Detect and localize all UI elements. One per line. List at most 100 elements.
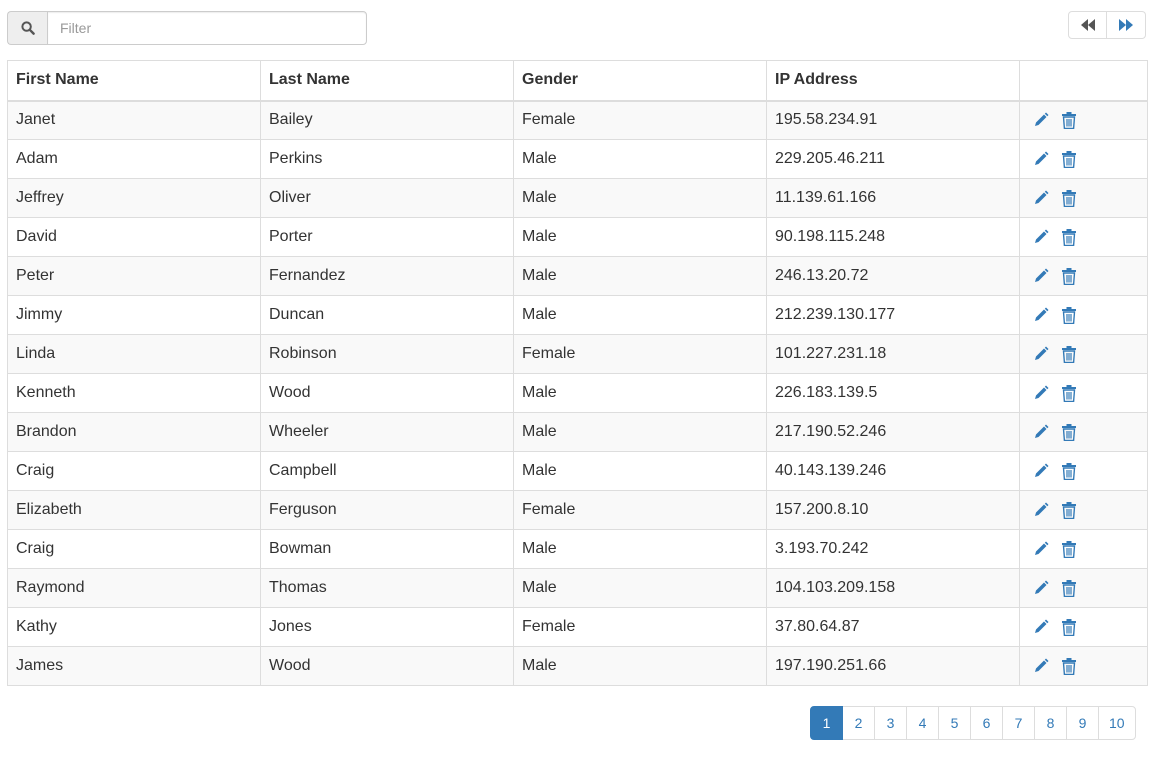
trash-icon[interactable] bbox=[1060, 384, 1078, 402]
edit-icon[interactable] bbox=[1032, 189, 1050, 207]
cell-first-name: Brandon bbox=[7, 412, 261, 452]
forward-button[interactable] bbox=[1107, 11, 1146, 39]
edit-icon[interactable] bbox=[1032, 267, 1050, 285]
column-header-ip-address[interactable]: IP Address bbox=[766, 60, 1020, 102]
cell-ip-address: 229.205.46.211 bbox=[766, 139, 1020, 179]
cell-gender: Female bbox=[513, 100, 767, 140]
table-row[interactable]: James Wood Male 197.190.251.66 bbox=[7, 646, 1148, 686]
trash-icon[interactable] bbox=[1060, 501, 1078, 519]
page-link-6[interactable]: 6 bbox=[970, 706, 1003, 740]
page-link-5[interactable]: 5 bbox=[938, 706, 971, 740]
table-row[interactable]: Brandon Wheeler Male 217.190.52.246 bbox=[7, 412, 1148, 452]
page-link-10[interactable]: 10 bbox=[1098, 706, 1136, 740]
search-icon bbox=[7, 11, 47, 45]
cell-actions bbox=[1019, 529, 1148, 569]
trash-icon[interactable] bbox=[1060, 111, 1078, 129]
trash-icon[interactable] bbox=[1060, 618, 1078, 636]
cell-last-name: Ferguson bbox=[260, 490, 514, 530]
backward-button[interactable] bbox=[1068, 11, 1107, 39]
data-table: First Name Last Name Gender IP Address J… bbox=[7, 60, 1148, 686]
table-row[interactable]: Elizabeth Ferguson Female 157.200.8.10 bbox=[7, 490, 1148, 530]
table-row[interactable]: Peter Fernandez Male 246.13.20.72 bbox=[7, 256, 1148, 296]
cell-gender: Male bbox=[513, 646, 767, 686]
cell-ip-address: 37.80.64.87 bbox=[766, 607, 1020, 647]
cell-first-name: Adam bbox=[7, 139, 261, 179]
cell-ip-address: 226.183.139.5 bbox=[766, 373, 1020, 413]
table-row[interactable]: Linda Robinson Female 101.227.231.18 bbox=[7, 334, 1148, 374]
row-actions bbox=[1028, 384, 1139, 402]
edit-icon[interactable] bbox=[1032, 228, 1050, 246]
page-link-1[interactable]: 1 bbox=[810, 706, 843, 740]
edit-icon[interactable] bbox=[1032, 657, 1050, 675]
column-header-first-name[interactable]: First Name bbox=[7, 60, 261, 102]
filter-input[interactable] bbox=[47, 11, 367, 45]
cell-last-name: Porter bbox=[260, 217, 514, 257]
cell-last-name: Bailey bbox=[260, 100, 514, 140]
page-link-7[interactable]: 7 bbox=[1002, 706, 1035, 740]
cell-first-name: Peter bbox=[7, 256, 261, 296]
column-header-actions bbox=[1019, 60, 1148, 102]
cell-last-name: Perkins bbox=[260, 139, 514, 179]
table-row[interactable]: Jimmy Duncan Male 212.239.130.177 bbox=[7, 295, 1148, 335]
edit-icon[interactable] bbox=[1032, 111, 1050, 129]
trash-icon[interactable] bbox=[1060, 150, 1078, 168]
trash-icon[interactable] bbox=[1060, 579, 1078, 597]
cell-last-name: Thomas bbox=[260, 568, 514, 608]
trash-icon[interactable] bbox=[1060, 462, 1078, 480]
edit-icon[interactable] bbox=[1032, 384, 1050, 402]
edit-icon[interactable] bbox=[1032, 150, 1050, 168]
trash-icon[interactable] bbox=[1060, 540, 1078, 558]
cell-first-name: Jeffrey bbox=[7, 178, 261, 218]
table-row[interactable]: Craig Campbell Male 40.143.139.246 bbox=[7, 451, 1148, 491]
edit-icon[interactable] bbox=[1032, 501, 1050, 519]
edit-icon[interactable] bbox=[1032, 579, 1050, 597]
trash-icon[interactable] bbox=[1060, 423, 1078, 441]
cell-first-name: Linda bbox=[7, 334, 261, 374]
cell-actions bbox=[1019, 412, 1148, 452]
table-row[interactable]: Adam Perkins Male 229.205.46.211 bbox=[7, 139, 1148, 179]
table-row[interactable]: Kathy Jones Female 37.80.64.87 bbox=[7, 607, 1148, 647]
table-row[interactable]: Janet Bailey Female 195.58.234.91 bbox=[7, 100, 1148, 140]
cell-gender: Female bbox=[513, 490, 767, 530]
cell-actions bbox=[1019, 568, 1148, 608]
cell-actions bbox=[1019, 100, 1148, 140]
column-header-gender[interactable]: Gender bbox=[513, 60, 767, 102]
cell-gender: Male bbox=[513, 256, 767, 296]
edit-icon[interactable] bbox=[1032, 462, 1050, 480]
page-link-4[interactable]: 4 bbox=[906, 706, 939, 740]
table-header-row: First Name Last Name Gender IP Address bbox=[7, 60, 1148, 102]
row-actions bbox=[1028, 423, 1139, 441]
row-actions bbox=[1028, 501, 1139, 519]
trash-icon[interactable] bbox=[1060, 345, 1078, 363]
edit-icon[interactable] bbox=[1032, 540, 1050, 558]
table-row[interactable]: Raymond Thomas Male 104.103.209.158 bbox=[7, 568, 1148, 608]
edit-icon[interactable] bbox=[1032, 306, 1050, 324]
edit-icon[interactable] bbox=[1032, 423, 1050, 441]
trash-icon[interactable] bbox=[1060, 189, 1078, 207]
edit-icon[interactable] bbox=[1032, 618, 1050, 636]
table-row[interactable]: Craig Bowman Male 3.193.70.242 bbox=[7, 529, 1148, 569]
edit-icon[interactable] bbox=[1032, 345, 1050, 363]
page-link-8[interactable]: 8 bbox=[1034, 706, 1067, 740]
table-row[interactable]: David Porter Male 90.198.115.248 bbox=[7, 217, 1148, 257]
trash-icon[interactable] bbox=[1060, 228, 1078, 246]
row-actions bbox=[1028, 579, 1139, 597]
cell-first-name: David bbox=[7, 217, 261, 257]
backward-icon bbox=[1080, 19, 1095, 31]
table-row[interactable]: Jeffrey Oliver Male 11.139.61.166 bbox=[7, 178, 1148, 218]
row-actions bbox=[1028, 228, 1139, 246]
column-header-last-name[interactable]: Last Name bbox=[260, 60, 514, 102]
cell-gender: Male bbox=[513, 178, 767, 218]
cell-actions bbox=[1019, 295, 1148, 335]
page-link-3[interactable]: 3 bbox=[874, 706, 907, 740]
page-link-9[interactable]: 9 bbox=[1066, 706, 1099, 740]
trash-icon[interactable] bbox=[1060, 267, 1078, 285]
trash-icon[interactable] bbox=[1060, 657, 1078, 675]
trash-icon[interactable] bbox=[1060, 306, 1078, 324]
cell-last-name: Fernandez bbox=[260, 256, 514, 296]
cell-last-name: Wood bbox=[260, 646, 514, 686]
table-row[interactable]: Kenneth Wood Male 226.183.139.5 bbox=[7, 373, 1148, 413]
cell-gender: Male bbox=[513, 373, 767, 413]
page-link-2[interactable]: 2 bbox=[842, 706, 875, 740]
cell-ip-address: 197.190.251.66 bbox=[766, 646, 1020, 686]
